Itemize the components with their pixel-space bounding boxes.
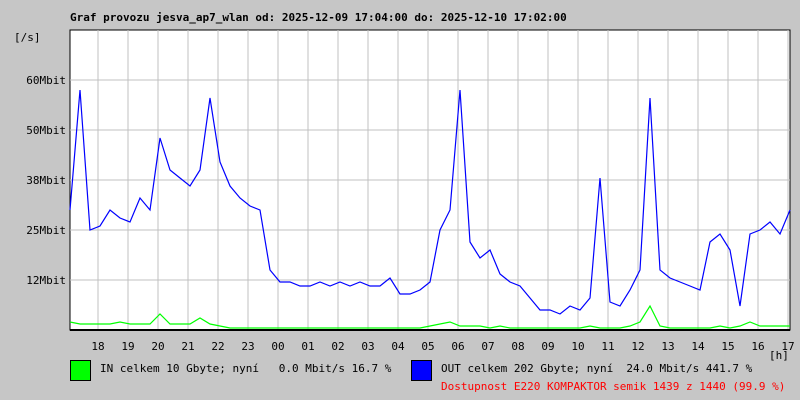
availability-text: Dostupnost E220 KOMPAKTOR semik 1439 z 1… [441,380,786,393]
x-tick-label: 07 [481,340,494,353]
out-legend-swatch [411,360,432,381]
x-tick-label: 23 [241,340,254,353]
x-tick-label: 03 [361,340,374,353]
x-tick-label: 13 [661,340,674,353]
x-tick-label: 15 [721,340,734,353]
x-tick-label: 22 [211,340,224,353]
x-tick-label: 04 [391,340,405,353]
traffic-chart: 18 19 20 21 22 23 00 01 02 03 04 05 06 07 08 09 10 11 12 13… [26,29,795,353]
y-tick-label: 25Mbit [26,224,66,237]
x-tick-label: 02 [331,340,344,353]
in-legend-text: IN celkem 10 Gbyte; nyní 0.0 Mbit/s 16.7… [100,362,392,375]
x-tick-label: 09 [541,340,554,353]
x-tick-label: 01 [301,340,314,353]
in-legend-swatch [70,360,91,381]
x-tick-label: 08 [511,340,524,353]
x-tick-label: 19 [121,340,134,353]
x-tick-label: 00 [271,340,284,353]
y-tick-label: 60Mbit [26,74,66,87]
x-tick-label: 21 [181,340,194,353]
y-tick-label: 50Mbit [26,124,66,137]
x-tick-label: 18 [91,340,104,353]
x-tick-label: 16 [751,340,764,353]
x-tick-label: 05 [421,340,434,353]
x-tick-label: 17 [781,340,794,353]
x-tick-label: 12 [631,340,644,353]
x-tick-label: 06 [451,340,464,353]
x-tick-label: 10 [571,340,584,353]
out-legend-text: OUT celkem 202 Gbyte; nyní 24.0 Mbit/s 4… [441,362,753,375]
y-tick-label: 12Mbit [26,274,66,287]
x-tick-label: 14 [691,340,705,353]
y-tick-label: 38Mbit [26,174,66,187]
x-tick-label: 20 [151,340,164,353]
x-tick-label: 11 [601,340,614,353]
